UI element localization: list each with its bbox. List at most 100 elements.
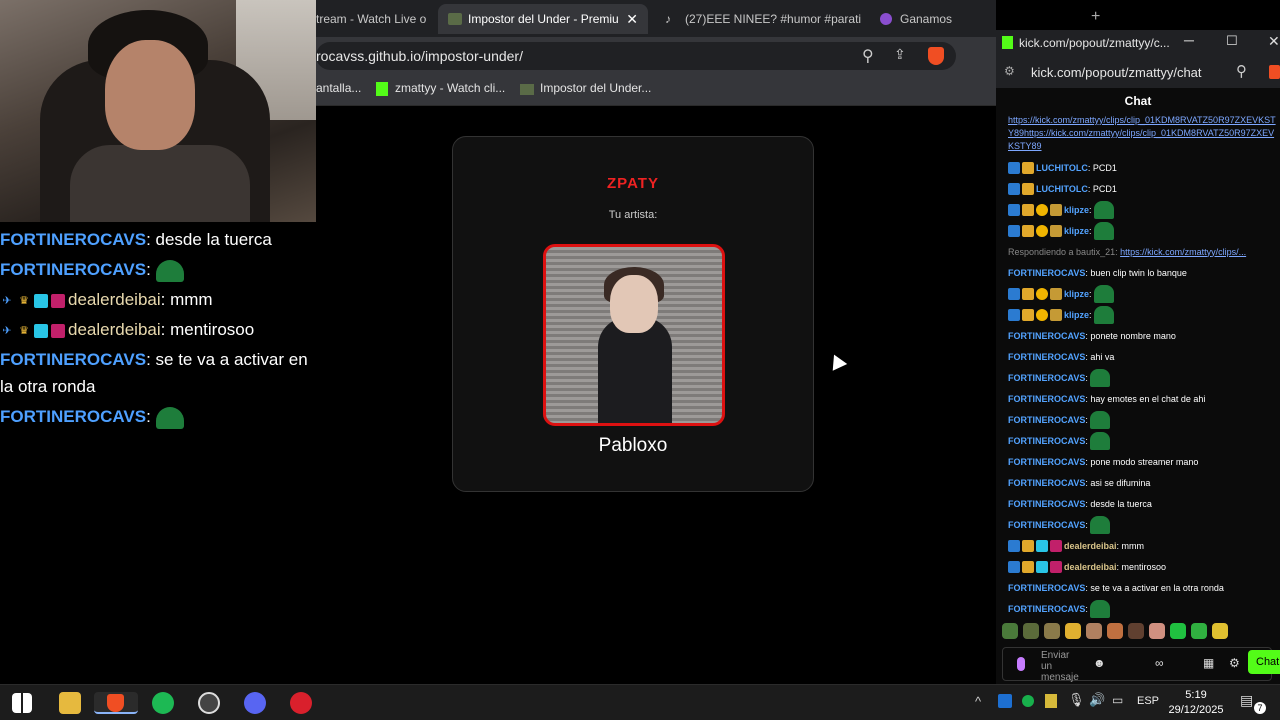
tab-tiktok[interactable]: ♪ (27)EEE NINEE? #humor #parati # bbox=[661, 4, 861, 34]
emote-icon[interactable] bbox=[1023, 623, 1039, 639]
obs-icon[interactable] bbox=[198, 692, 220, 714]
tray-app-icon[interactable] bbox=[1045, 694, 1057, 708]
chat-message[interactable]: FORTINEROCAVS: asi se difumina bbox=[1008, 472, 1280, 493]
chat-username[interactable]: FORTINEROCAVS bbox=[1008, 352, 1085, 362]
chat-username[interactable]: FORTINEROCAVS bbox=[1008, 583, 1085, 593]
language-indicator[interactable]: ESP bbox=[1137, 695, 1159, 707]
reply-link[interactable]: https://kick.com/zmattyy/clips/... bbox=[1120, 247, 1246, 257]
bookmark-item[interactable]: Impostor del Under... bbox=[540, 81, 651, 95]
send-chat-button[interactable]: Chat bbox=[1248, 650, 1280, 674]
brave-browser-icon[interactable] bbox=[94, 692, 138, 714]
volume-icon[interactable]: 🔊 bbox=[1089, 692, 1105, 708]
emote-icon[interactable] bbox=[1212, 623, 1228, 639]
microphone-icon[interactable] bbox=[1017, 657, 1025, 671]
chat-message[interactable]: FORTINEROCAVS: hay emotes en el chat de … bbox=[1008, 388, 1280, 409]
emote-icon[interactable] bbox=[1002, 623, 1018, 639]
tab-stream[interactable]: tream - Watch Live o bbox=[316, 4, 432, 34]
chat-username[interactable]: LUCHITOLC bbox=[1036, 163, 1088, 173]
chat-username[interactable]: FORTINEROCAVS bbox=[1008, 331, 1085, 341]
discord-icon[interactable] bbox=[244, 692, 266, 714]
chat-message[interactable]: dealerdeibai: mentirosoo bbox=[1008, 556, 1280, 577]
chat-message[interactable]: FORTINEROCAVS: bbox=[1008, 367, 1280, 388]
site-settings-icon[interactable]: ⚙ bbox=[1004, 64, 1015, 78]
emote-icon[interactable] bbox=[1128, 623, 1144, 639]
bookmark-item[interactable]: antalla... bbox=[316, 81, 361, 95]
chat-message[interactable]: FORTINEROCAVS: se te va a activar en la … bbox=[1008, 577, 1280, 598]
tab-impostor[interactable]: Impostor del Under - Premiu ✕ bbox=[438, 4, 648, 34]
chat-message[interactable]: LUCHITOLC: PCD1 bbox=[1008, 157, 1280, 178]
emoji-picker-icon[interactable]: ☻ bbox=[1093, 656, 1106, 670]
chat-message[interactable]: FORTINEROCAVS: ahi va bbox=[1008, 346, 1280, 367]
chat-username[interactable]: FORTINEROCAVS bbox=[1008, 478, 1085, 488]
notifications-icon[interactable]: ▤ bbox=[1240, 692, 1253, 709]
emote-icon[interactable] bbox=[1107, 623, 1123, 639]
chevron-up-icon[interactable]: ^ bbox=[975, 694, 981, 709]
chat-message[interactable]: klipze: bbox=[1008, 283, 1280, 304]
microphone-icon[interactable]: 🎙 bbox=[1068, 692, 1085, 708]
chat-username[interactable]: FORTINEROCAVS bbox=[1008, 604, 1085, 614]
chat-username[interactable]: dealerdeibai bbox=[1064, 562, 1117, 572]
chat-input[interactable]: Enviar un mensaje ☻ ∞ ▦ ⚙ bbox=[1002, 647, 1272, 683]
chat-username[interactable]: FORTINEROCAVS bbox=[1008, 394, 1085, 404]
chat-username[interactable]: klipze bbox=[1064, 310, 1089, 320]
chat-message[interactable]: FORTINEROCAVS: bbox=[1008, 514, 1280, 535]
chat-message[interactable]: FORTINEROCAVS: pone modo streamer mano bbox=[1008, 451, 1280, 472]
chat-message[interactable]: FORTINEROCAVS: desde la tuerca bbox=[1008, 493, 1280, 514]
chat-username[interactable]: klipze bbox=[1064, 289, 1089, 299]
tray-app-icon[interactable] bbox=[1022, 695, 1034, 707]
new-tab-icon[interactable]: + bbox=[1091, 8, 1100, 26]
emote-icon[interactable] bbox=[1065, 623, 1081, 639]
bookmark-item[interactable]: zmattyy - Watch cli... bbox=[395, 81, 505, 95]
brave-shield-icon[interactable] bbox=[1269, 65, 1280, 79]
maximize-icon[interactable]: ☐ bbox=[1226, 33, 1238, 49]
rewards-icon[interactable]: ∞ bbox=[1155, 656, 1164, 670]
network-icon[interactable]: ▭ bbox=[1112, 693, 1123, 707]
share-icon[interactable]: ⇪ bbox=[894, 46, 906, 63]
chat-link-message[interactable]: https://kick.com/zmattyy/clips/clip_01KD… bbox=[1008, 114, 1276, 153]
brave-shield-icon[interactable] bbox=[928, 47, 944, 65]
file-explorer-icon[interactable] bbox=[59, 692, 81, 714]
emote-icon[interactable] bbox=[1170, 623, 1186, 639]
chat-message[interactable]: FORTINEROCAVS: bbox=[1008, 598, 1280, 619]
emote-icon[interactable] bbox=[1044, 623, 1060, 639]
system-clock[interactable]: 5:19 29/12/2025 bbox=[1168, 688, 1224, 718]
zoom-icon[interactable]: ⚲ bbox=[862, 46, 874, 66]
chat-message[interactable]: klipze: bbox=[1008, 220, 1280, 241]
chat-message[interactable]: Respondiendo a bautix_21: https://kick.c… bbox=[1008, 241, 1280, 262]
close-icon[interactable]: ✕ bbox=[1268, 33, 1280, 50]
chat-message[interactable]: FORTINEROCAVS: bbox=[1008, 409, 1280, 430]
chat-message[interactable]: LUCHITOLC: PCD1 bbox=[1008, 178, 1280, 199]
gear-icon[interactable]: ⚙ bbox=[1229, 656, 1240, 670]
chat-message[interactable]: FORTINEROCAVS: buen clip twin lo banque bbox=[1008, 262, 1280, 283]
chat-username[interactable]: klipze bbox=[1064, 226, 1089, 236]
chat-username[interactable]: FORTINEROCAVS bbox=[1008, 457, 1085, 467]
chat-message[interactable]: FORTINEROCAVS: ponete nombre mano bbox=[1008, 325, 1280, 346]
chat-username[interactable]: LUCHITOLC bbox=[1036, 184, 1088, 194]
address-input[interactable]: rocavss.github.io/impostor-under/ bbox=[316, 42, 956, 70]
chat-message[interactable]: dealerdeibai: mmm bbox=[1008, 535, 1280, 556]
chat-message[interactable]: klipze: bbox=[1008, 304, 1280, 325]
emote-icon[interactable] bbox=[1086, 623, 1102, 639]
chat-message[interactable]: klipze: bbox=[1008, 199, 1280, 220]
chat-username[interactable]: dealerdeibai bbox=[1064, 541, 1117, 551]
emote-icon[interactable] bbox=[1149, 623, 1165, 639]
chat-username[interactable]: FORTINEROCAVS bbox=[1008, 373, 1085, 383]
zoom-icon[interactable]: ⚲ bbox=[1236, 62, 1247, 80]
tab-ganamos[interactable]: Ganamos bbox=[876, 4, 986, 34]
emote-icon[interactable] bbox=[1191, 623, 1207, 639]
chat-username[interactable]: klipze bbox=[1064, 205, 1089, 215]
store-icon[interactable]: ▦ bbox=[1203, 656, 1214, 670]
app-icon[interactable] bbox=[290, 692, 312, 714]
close-icon[interactable]: ✕ bbox=[626, 4, 638, 34]
chat-username[interactable]: FORTINEROCAVS bbox=[1008, 436, 1085, 446]
tray-app-icon[interactable] bbox=[998, 694, 1012, 708]
kick-address-input[interactable]: kick.com/popout/zmattyy/chat bbox=[1031, 65, 1202, 80]
chat-message[interactable]: FORTINEROCAVS: bbox=[1008, 430, 1280, 451]
chat-username[interactable]: FORTINEROCAVS bbox=[1008, 499, 1085, 509]
chat-username[interactable]: FORTINEROCAVS bbox=[1008, 520, 1085, 530]
windows-start-icon[interactable] bbox=[12, 693, 32, 713]
chat-username[interactable]: FORTINEROCAVS bbox=[1008, 415, 1085, 425]
spotify-icon[interactable] bbox=[152, 692, 174, 714]
chat-username[interactable]: FORTINEROCAVS bbox=[1008, 268, 1085, 278]
minimize-icon[interactable]: ─ bbox=[1184, 32, 1194, 48]
